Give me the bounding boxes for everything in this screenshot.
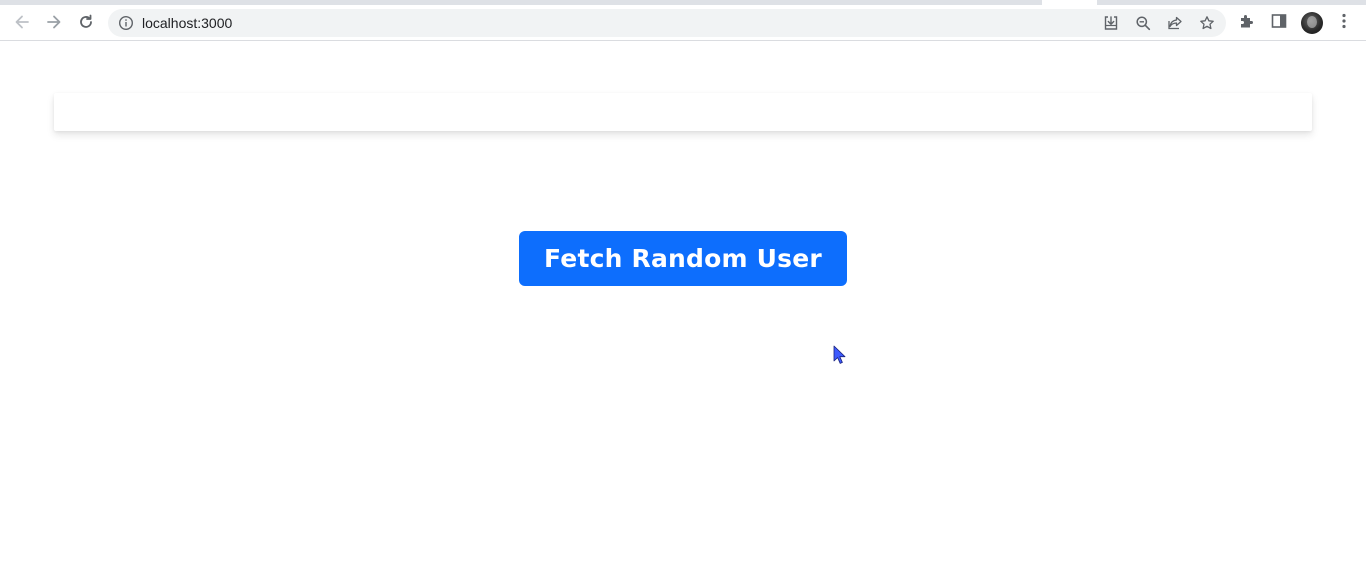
fetch-random-user-button[interactable]: Fetch Random User (519, 231, 847, 286)
active-tab[interactable] (1042, 0, 1097, 5)
back-button[interactable] (10, 10, 34, 34)
forward-button[interactable] (42, 10, 66, 34)
header-card (54, 93, 1312, 131)
tab-strip (0, 0, 1366, 5)
mouse-cursor-icon (833, 345, 846, 364)
side-panel-icon[interactable] (1270, 12, 1288, 30)
address-bar[interactable]: localhost:3000 (108, 9, 1226, 37)
zoom-out-icon[interactable] (1135, 15, 1151, 31)
arrow-right-icon (47, 15, 61, 29)
puzzle-icon[interactable] (1238, 12, 1256, 30)
browser-toolbar: localhost:3000 (0, 0, 1366, 41)
profile-avatar[interactable] (1301, 12, 1323, 34)
star-icon[interactable] (1199, 15, 1215, 31)
kebab-menu-icon[interactable] (1335, 12, 1353, 30)
reload-button[interactable] (74, 10, 98, 34)
install-icon[interactable] (1103, 15, 1119, 31)
reload-icon (80, 14, 92, 28)
info-icon[interactable] (118, 15, 134, 31)
share-icon[interactable] (1167, 15, 1183, 31)
url-text[interactable]: localhost:3000 (142, 15, 232, 31)
arrow-left-icon (15, 15, 29, 29)
